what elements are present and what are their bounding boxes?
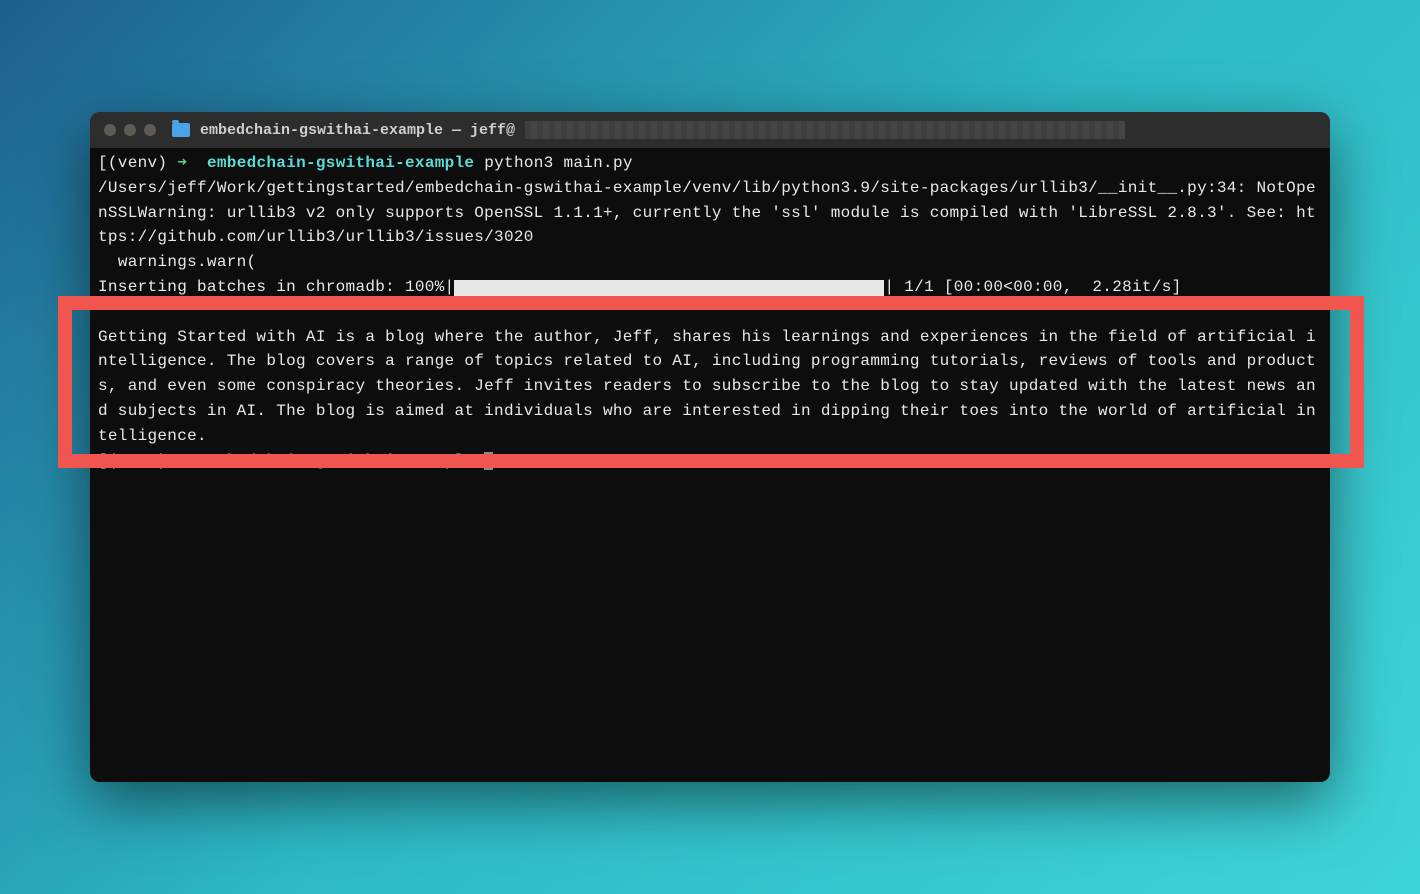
terminal-window: embedchain-gswithai-example — jeff@ [(ve…: [90, 112, 1330, 782]
output-warnings-call: warnings.warn(: [98, 250, 1322, 275]
prompt-path: embedchain-gswithai-example: [207, 154, 474, 172]
window-title: embedchain-gswithai-example — jeff@: [200, 122, 515, 139]
folder-icon: [172, 123, 190, 137]
venv-label-2: (venv): [108, 452, 167, 470]
cursor[interactable]: [484, 452, 493, 470]
traffic-lights: [104, 124, 156, 136]
minimize-button[interactable]: [124, 124, 136, 136]
redacted-title-portion: [525, 121, 1125, 139]
command-text: python3 main.py: [484, 154, 633, 172]
progress-prefix-text: Inserting batches in chromadb: 100%|: [98, 278, 454, 296]
progress-suffix-text: | 1/1 [00:00<00:00, 2.28it/s]: [884, 278, 1181, 296]
output-blank-line: [98, 300, 1322, 325]
venv-label: (venv): [108, 154, 167, 172]
prompt-arrow-icon-2: ➜: [177, 452, 187, 470]
progress-bar-fill: [454, 280, 884, 296]
maximize-button[interactable]: [144, 124, 156, 136]
output-warning: /Users/jeff/Work/gettingstarted/embedcha…: [98, 176, 1322, 250]
prompt-path-2: embedchain-gswithai-example: [207, 452, 474, 470]
output-progress: Inserting batches in chromadb: 100%| | 1…: [98, 275, 1322, 300]
close-button[interactable]: [104, 124, 116, 136]
terminal-body[interactable]: [(venv) ➜ embedchain-gswithai-example py…: [90, 148, 1330, 782]
output-answer: Getting Started with AI is a blog where …: [98, 325, 1322, 449]
prompt-line-2: [(venv) ➜ embedchain-gswithai-example: [98, 449, 1322, 474]
title-bar: embedchain-gswithai-example — jeff@: [90, 112, 1330, 148]
prompt-line-1: [(venv) ➜ embedchain-gswithai-example py…: [98, 151, 1322, 176]
prompt-arrow-icon: ➜: [177, 154, 187, 172]
